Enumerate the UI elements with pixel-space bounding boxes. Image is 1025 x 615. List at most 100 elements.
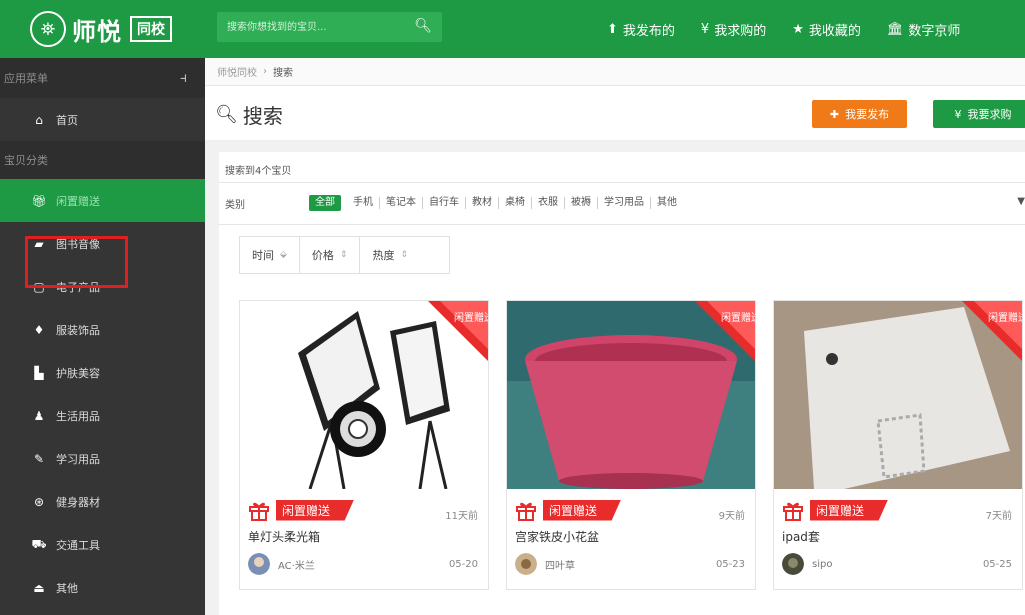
sidebar-item-label: 健身器材 [56, 495, 100, 509]
sidebar-item-other[interactable]: ⏏ 其他 [0, 566, 205, 609]
page-title-text: 搜索 [242, 104, 283, 128]
time-ago: 11天前 [445, 511, 478, 522]
collapse-sidebar-icon[interactable]: ⫞ [180, 70, 187, 86]
item-title[interactable]: ipad套 [782, 528, 820, 545]
main-content: 师悦同校 › 搜索 🔍︎ 搜索 ✚ 我要发布 ¥ 我要求购 搜索到4个宝贝 类别… [205, 58, 1025, 615]
sort-arrows-icon: ⬙ [280, 250, 287, 260]
bag-icon: ⏏ [33, 580, 45, 595]
item-card-footer: 闲置赠送 9天前 宫家铁皮小花盆 四叶草 05-23 [507, 491, 755, 591]
result-count: 搜索到4个宝贝 [225, 166, 292, 177]
item-title[interactable]: 宫家铁皮小花盆 [515, 528, 599, 545]
sidebar-item-beauty[interactable]: ▙ 护肤美容 [0, 351, 205, 394]
logo[interactable]: ⛯ 师悦 同校 [30, 9, 172, 49]
search-input[interactable] [217, 12, 407, 42]
breadcrumb-root[interactable]: 师悦同校 [217, 64, 257, 79]
nav-digital-jingshi[interactable]: 🏛︎ 数字京师 [887, 20, 961, 39]
cosmetic-icon: ▙ [34, 365, 44, 380]
nav-my-wanted[interactable]: ¥ 我求购的 [701, 20, 766, 39]
ribbon-badge-icon: 闲置赠送 [428, 301, 488, 361]
gift-icon [249, 502, 269, 521]
post-date: 05-20 [448, 559, 478, 570]
sidebar-item-transport[interactable]: ⛟ 交通工具 [0, 523, 205, 566]
sidebar-item-label: 首页 [56, 113, 78, 127]
time-ago: 9天前 [718, 511, 745, 522]
free-gift-tag: 闲置赠送 [543, 499, 621, 521]
plus-icon: ✚ [829, 107, 840, 121]
category-other[interactable]: 其他 [651, 197, 683, 209]
ribbon-text: 闲置赠送 [988, 311, 1022, 324]
yen-icon: ¥ [954, 107, 962, 121]
seller-name[interactable]: 四叶草 [545, 557, 575, 572]
home-icon: ⌂ [35, 112, 43, 127]
nav-my-posts[interactable]: ⬆ 我发布的 [607, 20, 675, 39]
breadcrumb-separator-icon: › [263, 66, 267, 77]
gift-row: 闲置赠送 [782, 499, 888, 521]
search-icon[interactable]: 🔍︎ [414, 18, 432, 34]
sort-price[interactable]: 价格 ⇕ [300, 236, 361, 274]
item-card[interactable]: 闲置赠送 闲置赠送 7天前 ipad套 sipo [773, 300, 1023, 590]
sidebar-menu-title: 应用菜单 [4, 72, 48, 85]
sidebar-item-label: 交通工具 [56, 538, 100, 552]
time-ago: 7天前 [985, 511, 1012, 522]
nav-my-wanted-label: 我求购的 [714, 23, 767, 39]
sidebar-item-fitness[interactable]: ⊛ 健身器材 [0, 480, 205, 523]
category-laptop[interactable]: 笔记本 [380, 197, 423, 209]
sort-popularity[interactable]: 热度 ⇕ [360, 236, 420, 274]
sidebar-item-home[interactable]: ⌂ 首页 [0, 98, 205, 141]
category-furniture[interactable]: 桌椅 [499, 197, 532, 209]
want-to-buy-button[interactable]: ¥ 我要求购 [933, 100, 1025, 128]
sidebar-item-free-gift[interactable]: 🎁︎ 闲置赠送 [0, 179, 205, 222]
diamond-icon: ♦ [33, 322, 45, 337]
sidebar: 应用菜单 ⫞ ⌂ 首页 宝贝分类 🎁︎ 闲置赠送 ▰ 图书音像 ▢ 电子产品 ♦… [0, 58, 205, 615]
gift-row: 闲置赠送 [515, 499, 621, 521]
caret-down-icon[interactable]: ▼ [1017, 196, 1025, 207]
nav-digital-jingshi-label: 数字京师 [908, 23, 961, 39]
category-all[interactable]: 全部 [309, 195, 341, 211]
sort-popularity-label: 热度 [372, 249, 395, 262]
avatar[interactable] [248, 553, 270, 575]
sort-bar: 时间 ⬙ 价格 ⇕ 热度 ⇕ [239, 236, 450, 274]
logo-emblem-icon: ⛯ [30, 11, 66, 47]
publish-button[interactable]: ✚ 我要发布 [812, 100, 907, 128]
free-gift-tag: 闲置赠送 [276, 499, 354, 521]
seller-name[interactable]: AC·米兰 [278, 557, 315, 572]
item-card[interactable]: 闲置赠送 闲置赠送 11天前 单灯头柔光箱 AC·米兰 [239, 300, 489, 590]
sort-time[interactable]: 时间 ⬙ [240, 236, 300, 274]
logo-text: 师悦 [72, 17, 122, 46]
category-bedding[interactable]: 被褥 [565, 197, 598, 209]
category-bike[interactable]: 自行车 [423, 197, 466, 209]
title-bar: 🔍︎ 搜索 ✚ 我要发布 ¥ 我要求购 [205, 86, 1025, 141]
fitness-icon: ⊛ [33, 494, 45, 509]
avatar[interactable] [515, 553, 537, 575]
sidebar-item-daily[interactable]: ♟ 生活用品 [0, 394, 205, 437]
category-study-supplies[interactable]: 学习用品 [598, 197, 651, 209]
top-nav: ⬆ 我发布的 ¥ 我求购的 ★ 我收藏的 🏛︎ 数字京师 [607, 0, 986, 58]
nav-my-favorites[interactable]: ★ 我收藏的 [792, 20, 861, 39]
sidebar-item-label: 学习用品 [56, 452, 100, 466]
item-card-footer: 闲置赠送 11天前 单灯头柔光箱 AC·米兰 05-20 [240, 491, 488, 591]
sidebar-item-label: 服装饰品 [56, 323, 100, 337]
edit-icon: ✎ [33, 451, 45, 466]
sidebar-item-label: 闲置赠送 [56, 194, 100, 208]
sidebar-menu-header: 应用菜单 ⫞ [0, 58, 205, 98]
item-title[interactable]: 单灯头柔光箱 [248, 528, 320, 545]
page-title: 🔍︎ 搜索 [215, 100, 283, 129]
sort-time-label: 时间 [252, 249, 274, 262]
sidebar-item-clothing[interactable]: ♦ 服装饰品 [0, 308, 205, 351]
sidebar-item-study[interactable]: ✎ 学习用品 [0, 437, 205, 480]
sort-arrows-icon: ⇕ [400, 250, 409, 260]
highlight-annotation [25, 236, 128, 288]
search-box: 🔍︎ [217, 12, 442, 42]
ribbon-badge-icon: 闲置赠送 [962, 301, 1022, 361]
category-textbook[interactable]: 教材 [466, 197, 499, 209]
item-card[interactable]: 闲置赠送 闲置赠送 9天前 宫家铁皮小花盆 四叶草 [506, 300, 756, 590]
seller-name[interactable]: sipo [812, 559, 832, 570]
breadcrumb-current: 搜索 [273, 68, 293, 79]
category-clothes[interactable]: 衣服 [532, 197, 565, 209]
post-date: 05-25 [982, 559, 1012, 570]
sort-price-label: 价格 [311, 249, 334, 262]
divider [219, 224, 1025, 225]
category-phone[interactable]: 手机 [347, 197, 380, 209]
avatar[interactable] [782, 553, 804, 575]
nav-my-favorites-label: 我收藏的 [808, 23, 861, 39]
